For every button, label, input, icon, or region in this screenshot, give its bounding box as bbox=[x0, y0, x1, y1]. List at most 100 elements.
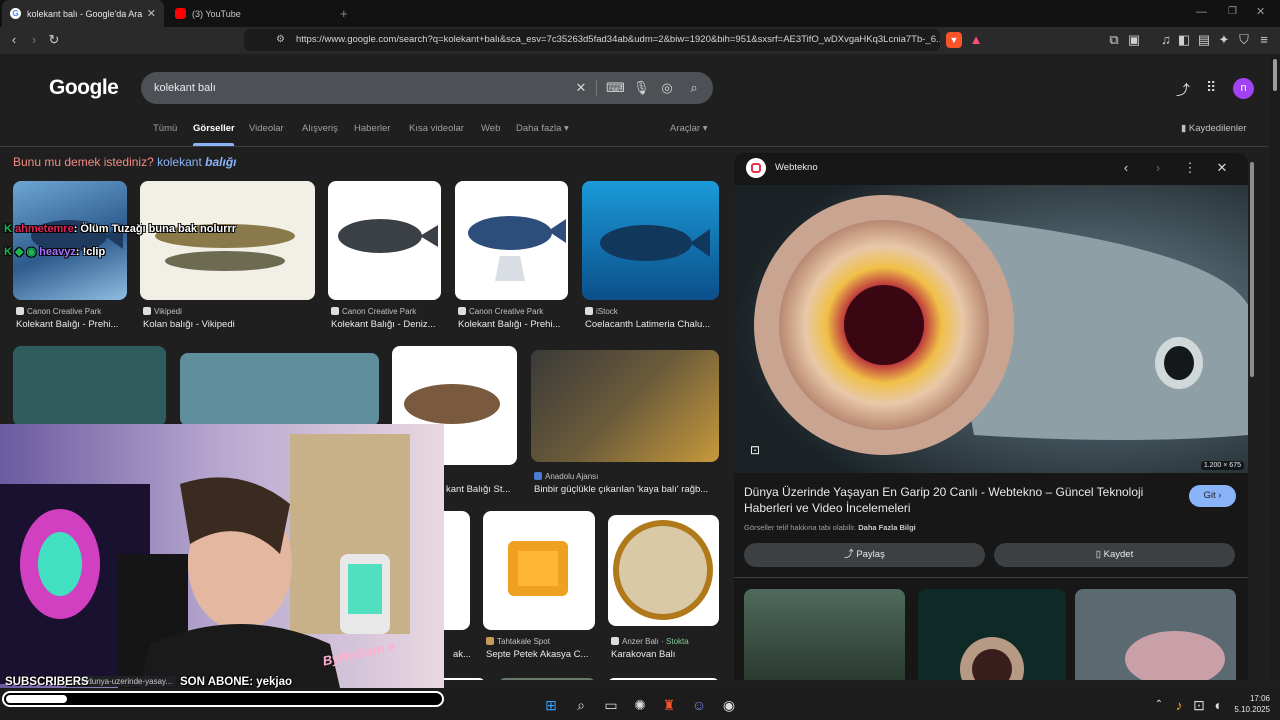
extensions-icon[interactable]: ⧉ bbox=[1106, 32, 1122, 48]
google-icon: G bbox=[10, 8, 21, 19]
image-result[interactable] bbox=[582, 181, 719, 300]
lens-icon[interactable]: ◎ bbox=[659, 80, 675, 96]
close-panel-icon[interactable]: ✕ bbox=[1213, 159, 1231, 177]
panel-scrollbar-thumb[interactable] bbox=[1250, 162, 1254, 377]
image-result[interactable] bbox=[140, 181, 315, 300]
more-options-icon[interactable]: ⋮ bbox=[1181, 159, 1199, 177]
image-result[interactable] bbox=[13, 346, 166, 426]
image-result[interactable] bbox=[608, 678, 719, 680]
image-result[interactable] bbox=[180, 353, 379, 426]
related-image[interactable] bbox=[1075, 589, 1236, 680]
tab-web[interactable]: Web bbox=[481, 123, 500, 134]
brave-rewards-icon[interactable]: ▲ bbox=[968, 32, 984, 48]
tab-youtube[interactable]: (3) YouTube bbox=[167, 0, 332, 27]
sidebar-icon[interactable]: ◧ bbox=[1176, 32, 1192, 48]
clear-icon[interactable]: ✕ bbox=[573, 80, 589, 96]
restore-icon[interactable]: ❐ bbox=[1228, 6, 1237, 17]
new-tab-button[interactable]: + bbox=[332, 0, 352, 27]
more-info-link[interactable]: Daha Fazla Bilgi bbox=[858, 523, 916, 532]
panel-source[interactable]: Webtekno bbox=[775, 162, 818, 173]
brave-icon[interactable]: ♜ bbox=[660, 696, 678, 714]
volume-icon[interactable]: ◖ bbox=[1208, 696, 1226, 714]
tab-short-videos[interactable]: Kısa videolar bbox=[409, 123, 464, 134]
image-result[interactable] bbox=[444, 511, 470, 630]
search-icon[interactable]: ⌕ bbox=[686, 80, 702, 96]
next-icon[interactable]: › bbox=[1149, 159, 1167, 177]
brave-shields-icon[interactable]: ▼ bbox=[946, 32, 962, 48]
tab-more[interactable]: Daha fazla ▾ bbox=[516, 123, 569, 134]
chatgpt-icon[interactable]: ✺ bbox=[631, 696, 649, 714]
result-title[interactable]: ak... bbox=[453, 649, 473, 660]
result-title[interactable]: Kolan balığı - Vikipedi bbox=[143, 319, 315, 330]
network-icon[interactable]: ⊡ bbox=[1190, 696, 1208, 714]
page-scrollbar[interactable] bbox=[1270, 54, 1280, 680]
result-title[interactable]: Coelacanth Latimeria Chalu... bbox=[585, 319, 719, 330]
forward-icon[interactable]: › bbox=[26, 32, 42, 48]
result-title[interactable]: Kolekant Balığı - Prehi... bbox=[458, 319, 570, 330]
search-box[interactable]: kolekant balı ✕ ⌨ 🎙 ◎ ⌕ bbox=[141, 72, 713, 104]
close-window-icon[interactable]: ✕ bbox=[1256, 5, 1265, 18]
saved-button[interactable]: ▮ Kaydedilenler bbox=[1181, 123, 1246, 134]
search-input[interactable]: kolekant balı bbox=[154, 72, 216, 104]
leo-icon[interactable]: ✦ bbox=[1216, 32, 1232, 48]
share-icon[interactable]: ⤴ bbox=[1176, 80, 1190, 100]
youtube-icon bbox=[175, 8, 186, 19]
apps-icon[interactable]: ⠿ bbox=[1206, 79, 1216, 96]
tab-news[interactable]: Haberler bbox=[354, 123, 390, 134]
discord-icon[interactable]: ☺ bbox=[690, 696, 708, 714]
close-tab-icon[interactable]: ✕ bbox=[147, 7, 156, 20]
tab-images[interactable]: Görseller bbox=[193, 123, 235, 134]
wallet-icon[interactable]: ▤ bbox=[1196, 32, 1212, 48]
vpn-icon[interactable]: ⛉ bbox=[1236, 32, 1252, 48]
result-title[interactable]: Binbir güçlükle çıkarılan 'kaya balı' ra… bbox=[534, 484, 719, 495]
panel-scrollbar[interactable] bbox=[1249, 154, 1255, 674]
tab-google-search[interactable]: G kolekant balı - Google'da Ara ✕ bbox=[2, 0, 164, 27]
task-view-icon[interactable]: ▭ bbox=[602, 696, 620, 714]
tools-button[interactable]: Araçlar ▾ bbox=[670, 123, 708, 134]
image-result[interactable] bbox=[531, 350, 719, 462]
tray-overflow-icon[interactable]: ⌃ bbox=[1150, 696, 1168, 714]
tab-all[interactable]: Tümü bbox=[153, 123, 177, 134]
reload-icon[interactable]: ↻ bbox=[46, 32, 62, 48]
system-clock[interactable]: 17:06 5.10.2025 bbox=[1234, 693, 1270, 715]
site-info-icon[interactable]: ⚙ bbox=[276, 29, 285, 51]
windows-start-icon[interactable]: ⊞ bbox=[542, 696, 560, 714]
back-icon[interactable]: ‹ bbox=[6, 32, 22, 48]
result-title[interactable]: kant Balığı St... bbox=[446, 484, 516, 495]
panel-title[interactable]: Dünya Üzerinde Yaşayan En Garip 20 Canlı… bbox=[744, 484, 1164, 516]
keyboard-icon[interactable]: ⌨ bbox=[606, 80, 625, 96]
result-title[interactable]: Kolekant Balığı - Deniz... bbox=[331, 319, 443, 330]
address-bar[interactable]: ⚙ https://www.google.com/search?q=koleka… bbox=[244, 29, 940, 51]
result-title[interactable]: Karakovan Balı bbox=[611, 649, 719, 660]
tab-shopping[interactable]: Alışveriş bbox=[302, 123, 338, 134]
previous-icon[interactable]: ‹ bbox=[1117, 159, 1135, 177]
image-result[interactable] bbox=[328, 181, 441, 300]
related-image[interactable] bbox=[918, 589, 1066, 680]
preview-image[interactable]: ⊡ bbox=[734, 185, 1248, 473]
image-result[interactable] bbox=[608, 515, 719, 626]
microphone-icon[interactable]: 🎙 bbox=[633, 80, 650, 96]
image-result[interactable] bbox=[499, 678, 595, 680]
image-result[interactable] bbox=[13, 181, 127, 300]
menu-icon[interactable]: ≡ bbox=[1256, 32, 1272, 48]
avatar[interactable]: n bbox=[1233, 78, 1254, 99]
lens-search-icon[interactable]: ⊡ bbox=[750, 443, 760, 457]
google-logo[interactable]: Google bbox=[49, 76, 119, 100]
search-icon[interactable]: ⌕ bbox=[572, 696, 590, 714]
microphone-tray-icon[interactable]: ♪ bbox=[1170, 696, 1188, 714]
obs-icon[interactable]: ◉ bbox=[720, 696, 738, 714]
result-title[interactable]: Septe Petek Akasya C... bbox=[486, 649, 594, 660]
screenshot-icon[interactable]: ▣ bbox=[1126, 32, 1142, 48]
suggestion-link[interactable]: kolekant balığı bbox=[157, 155, 236, 169]
share-button[interactable]: ⤴ Paylaş bbox=[744, 543, 985, 567]
visit-button[interactable]: Git › bbox=[1189, 485, 1236, 507]
image-result[interactable] bbox=[455, 181, 568, 300]
save-button[interactable]: ▯ Kaydet bbox=[994, 543, 1235, 567]
minimize-icon[interactable]: — bbox=[1196, 6, 1207, 18]
tab-videos[interactable]: Videolar bbox=[249, 123, 284, 134]
result-title[interactable]: Kolekant Balığı - Prehi... bbox=[16, 319, 128, 330]
related-image[interactable] bbox=[744, 589, 905, 680]
media-icon[interactable]: ♫ bbox=[1158, 32, 1174, 48]
image-result[interactable] bbox=[483, 511, 595, 630]
page-scrollbar-thumb[interactable] bbox=[1273, 59, 1277, 91]
